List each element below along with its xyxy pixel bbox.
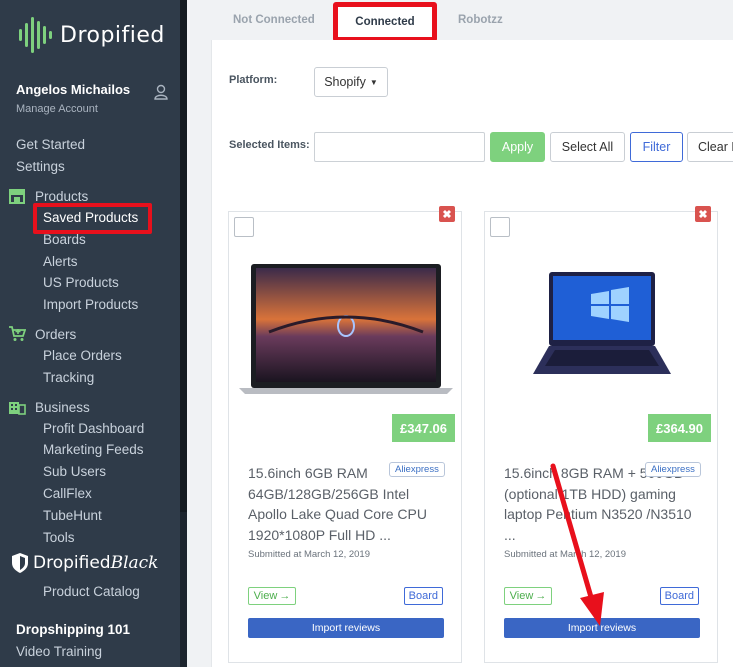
nav-place-orders[interactable]: Place Orders: [43, 348, 122, 363]
platform-label: Platform:: [229, 74, 278, 86]
tab-robotzz[interactable]: Robotzz: [458, 14, 503, 26]
black-logo-text: DropifiedBlack: [33, 553, 158, 573]
nav-business[interactable]: Business: [8, 399, 90, 415]
source-badge[interactable]: Aliexpress: [389, 462, 445, 477]
view-label: View: [253, 590, 278, 602]
selected-items-input[interactable]: [314, 132, 485, 162]
black-logo-part2: Black: [110, 553, 159, 573]
view-button[interactable]: View →: [504, 587, 552, 605]
user-icon[interactable]: [154, 84, 168, 100]
sidebar-scrollbar[interactable]: [180, 0, 187, 667]
building-icon: [9, 402, 26, 415]
nav-get-started[interactable]: Get Started: [16, 137, 85, 152]
user-name: Angelos Michailos: [16, 82, 131, 97]
nav-orders[interactable]: Orders: [8, 326, 76, 342]
main-content: Not Connected Connected Robotzz Platform…: [187, 0, 733, 667]
select-checkbox[interactable]: [490, 217, 510, 237]
black-logo-part1: Dropified: [33, 553, 111, 573]
nav-settings[interactable]: Settings: [16, 159, 65, 174]
filter-button[interactable]: Filter: [630, 132, 683, 162]
dropified-black-logo[interactable]: DropifiedBlack: [10, 552, 158, 574]
price-badge: £347.06: [392, 414, 455, 442]
nav-tracking[interactable]: Tracking: [43, 370, 94, 385]
nav-sub-users[interactable]: Sub Users: [43, 464, 106, 479]
nav-video-training[interactable]: Video Training: [16, 644, 102, 659]
board-button[interactable]: Board: [659, 587, 699, 605]
store-tabs: Not Connected Connected Robotzz: [187, 0, 733, 42]
selected-items-label: Selected Items:: [229, 139, 310, 151]
caret-down-icon: ▼: [369, 77, 378, 87]
nav-tools[interactable]: Tools: [43, 530, 75, 545]
nav-boards[interactable]: Boards: [43, 232, 86, 247]
view-label: View: [509, 590, 534, 602]
soundwave-logo-icon: [19, 17, 52, 53]
nav-profit-dashboard[interactable]: Profit Dashboard: [43, 421, 144, 436]
highlight-saved-products: [33, 203, 152, 234]
nav-tubehunt[interactable]: TubeHunt: [43, 508, 102, 523]
nav-orders-label: Orders: [35, 326, 77, 342]
nav-product-catalog[interactable]: Product Catalog: [43, 584, 140, 599]
arrow-right-icon: →: [279, 590, 291, 602]
nav-callflex[interactable]: CallFlex: [43, 486, 92, 501]
apply-button[interactable]: Apply: [490, 132, 545, 162]
logo-text: Dropified: [60, 22, 165, 48]
platform-value: Shopify: [324, 75, 366, 89]
manage-account-link[interactable]: Manage Account: [16, 103, 168, 115]
store-icon: [9, 189, 25, 204]
platform-dropdown[interactable]: Shopify ▼: [314, 67, 388, 97]
clear-filter-button[interactable]: Clear F: [687, 132, 733, 162]
nav-products-label: Products: [35, 188, 89, 204]
board-button[interactable]: Board: [403, 587, 443, 605]
shield-logo-icon: [12, 553, 28, 573]
import-reviews-button[interactable]: Import reviews: [248, 618, 444, 638]
tab-not-connected[interactable]: Not Connected: [233, 14, 315, 26]
nav-alerts[interactable]: Alerts: [43, 254, 78, 269]
submitted-date: Submitted at March 12, 2019: [504, 549, 626, 560]
delete-icon[interactable]: ✖: [439, 206, 455, 222]
nav-business-label: Business: [35, 399, 90, 415]
product-card: ✖ £364.90 15.6inch 8GB RAM + 500GB (opti…: [484, 206, 719, 663]
cart-icon: [9, 326, 26, 341]
product-card: ✖ £347.06 15.6inch 6GB RAM 64GB/128GB/25…: [228, 206, 463, 663]
nav-import-products[interactable]: Import Products: [43, 297, 138, 312]
view-button[interactable]: View →: [248, 587, 296, 605]
sidebar: Dropified Angelos Michailos Manage Accou…: [0, 0, 180, 667]
submitted-date: Submitted at March 12, 2019: [248, 549, 370, 560]
nav-dropshipping-101[interactable]: Dropshipping 101: [16, 622, 130, 637]
scrollbar-thumb[interactable]: [180, 0, 187, 512]
import-reviews-button[interactable]: Import reviews: [504, 618, 700, 638]
dropified-logo[interactable]: Dropified: [18, 16, 165, 54]
arrow-right-icon: →: [535, 590, 547, 602]
user-block: Angelos Michailos Manage Account: [16, 82, 168, 115]
nav-products[interactable]: Products: [8, 188, 88, 204]
source-badge[interactable]: Aliexpress: [645, 462, 701, 477]
product-image-laptop[interactable]: [485, 242, 719, 422]
nav-us-products[interactable]: US Products: [43, 275, 119, 290]
select-checkbox[interactable]: [234, 217, 254, 237]
select-all-button[interactable]: Select All: [550, 132, 625, 162]
delete-icon[interactable]: ✖: [695, 206, 711, 222]
tab-connected[interactable]: Connected: [333, 2, 437, 42]
product-image-laptop[interactable]: [229, 242, 463, 422]
price-badge: £364.90: [648, 414, 711, 442]
nav-marketing-feeds[interactable]: Marketing Feeds: [43, 442, 144, 457]
